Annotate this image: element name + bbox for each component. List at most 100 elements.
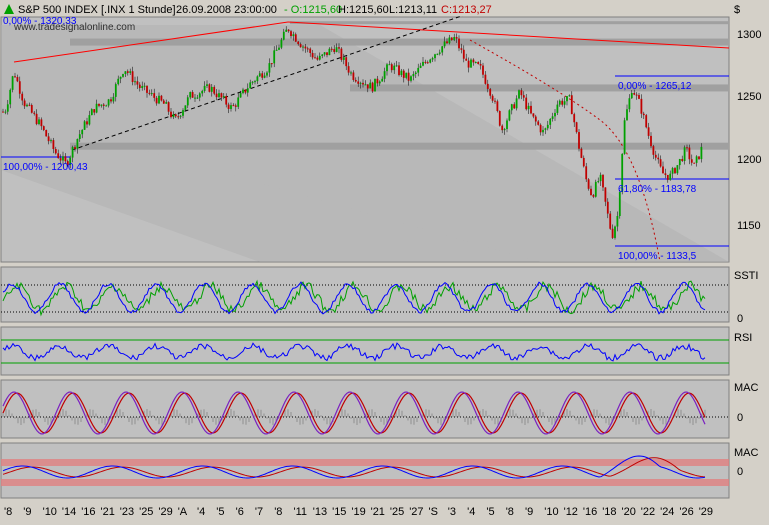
candle-body [359,82,362,84]
time-tick-label: '13 [313,506,327,518]
macd2-panel[interactable] [0,442,730,499]
candle-body [251,81,254,83]
candle-body [417,67,420,73]
candle-body [261,73,264,78]
time-tick-label: '20 [622,506,636,518]
time-tick-label: '7 [255,506,263,518]
macd1-tick-0: 0 [737,412,743,424]
candle-body [347,66,350,73]
candle-body [666,174,669,180]
candle-body [513,104,516,109]
macd2-lower-band [1,479,729,486]
candle-body [256,76,259,82]
candle-body [318,55,321,60]
rsi-panel[interactable] [0,326,730,376]
candle-body [124,71,127,75]
candle-body [162,100,165,104]
candle-body [460,48,463,50]
candle-body [405,72,408,78]
candle-body [143,85,146,87]
time-tick-label: '26 [679,506,693,518]
candle-body [669,173,672,180]
rsi-label: RSI [734,332,752,344]
chart-svg: 100,00% - 1200,43 0,00% - 1265,12 61,80%… [0,0,769,520]
candle-body [287,29,290,32]
candle-body [33,112,36,114]
candle-body [362,82,364,85]
candle-body [606,201,609,214]
candle-body [148,92,151,94]
candle-body [270,63,273,65]
candle-body [333,49,336,52]
candle-body [508,110,511,121]
candle-body [57,153,60,159]
candle-body [309,48,312,53]
fib-label-100-1133: 100,00% - 1133,5 [618,251,697,262]
candle-body [134,81,136,83]
candle-body [537,121,540,125]
candle-body [376,78,379,84]
ssti-panel[interactable] [0,266,730,323]
candle-body [246,88,249,93]
ssti-tick-0: 0 [737,313,743,325]
candle-body [213,86,216,94]
candle-body [167,102,170,112]
time-tick-label: 'S [429,506,438,518]
candle-body [98,103,100,106]
candle-body [491,95,494,101]
watermark: www.tradesignalonline.com [13,22,135,33]
candle-body [280,39,283,48]
candle-body [604,187,607,202]
candle-body [18,81,21,94]
candle-body [371,82,374,92]
candle-body [501,125,504,131]
time-tick-label: '18 [602,506,616,518]
candle-body [678,159,681,166]
time-tick-label: '9 [23,506,31,518]
candle-body [186,97,189,106]
candle-body [242,89,244,94]
candle-body [400,70,403,76]
candle-body [328,48,331,56]
candle-body [453,37,456,41]
candle-body [479,63,482,66]
header-close: C:1213,27 [441,4,492,16]
candle-body [239,93,242,98]
candle-body [215,93,218,98]
candle-body [227,104,230,109]
candle-body [155,97,158,104]
candle-body [527,105,530,110]
time-tick-label: '21 [371,506,385,518]
candle-body [616,215,619,227]
candle-body [177,116,180,118]
candle-body [522,95,525,98]
candle-body [210,86,213,92]
candle-body [306,48,309,50]
candle-body [47,136,50,142]
candle-body [374,78,376,92]
candle-body [263,75,266,78]
candle-body [695,156,698,163]
candle-body [554,112,556,117]
candle-body [558,100,561,105]
candle-body [218,93,220,98]
candle-body [573,114,576,123]
candle-body [618,191,621,216]
candle-body [611,228,614,238]
candle-body [602,174,604,188]
candle-body [484,74,487,84]
candle-body [234,105,237,107]
price-band [70,142,729,150]
candle-body [297,41,300,45]
candle-body [198,93,201,98]
candle-body [575,122,578,133]
candle-body [90,109,93,116]
price-tick-1150: 1150 [737,220,761,232]
candle-body [424,61,427,63]
candle-body [150,93,153,95]
time-tick-label: '10 [544,506,558,518]
candle-body [645,115,648,128]
candle-body [542,129,544,133]
candle-body [208,84,211,92]
candle-body [350,72,352,74]
